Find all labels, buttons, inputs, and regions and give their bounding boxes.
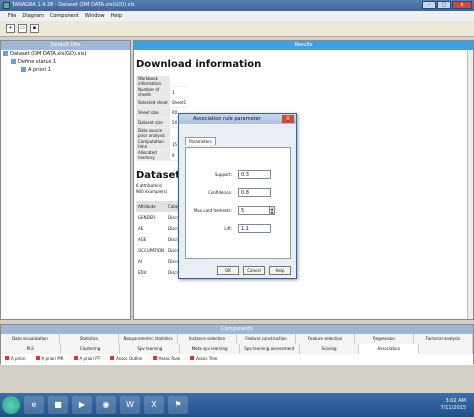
component-apriori-mr[interactable]: A priori MR xyxy=(35,356,64,363)
tab-nonparametric-statistics[interactable]: Nonparametric statistics xyxy=(119,334,178,344)
component-icon xyxy=(190,356,195,360)
tab-clustering[interactable]: Clustering xyxy=(61,344,121,354)
table-row: Selected sheet Sheet1 xyxy=(136,97,189,108)
lift-row: Lift: 1.1 xyxy=(186,224,290,234)
minimize-button[interactable]: – xyxy=(422,1,436,9)
define-status-icon xyxy=(11,59,16,64)
confidence-row: Confidence: 0.8 xyxy=(186,188,290,198)
confidence-input[interactable]: 0.8 xyxy=(238,188,271,197)
menu-file[interactable]: File xyxy=(8,13,16,19)
tab-pls[interactable]: PLS xyxy=(1,344,61,354)
components-header: Components xyxy=(1,325,473,334)
taskbar-excel-icon[interactable]: X xyxy=(144,396,164,414)
taskbar-chrome-icon[interactable]: ◉ xyxy=(96,396,116,414)
component-assoc-rule[interactable]: Assoc Rule xyxy=(152,356,180,363)
component-assoc-outlier[interactable]: Assoc Outlier xyxy=(110,356,143,363)
component-items: A priori A priori MR A priori PT Assoc O… xyxy=(1,354,473,365)
save-icon[interactable]: ▪ xyxy=(30,24,39,33)
taskbar-browser-icon[interactable]: e xyxy=(24,396,44,414)
tab-scoring[interactable]: Scoring xyxy=(300,344,360,354)
close-window-button[interactable]: x xyxy=(452,1,472,9)
tab-data-visualization[interactable]: Data visualization xyxy=(1,334,60,344)
maximize-button[interactable]: □ xyxy=(437,1,451,9)
tab-spv-learning-assessment[interactable]: Spv learning assessment xyxy=(240,344,300,354)
dataset-icon xyxy=(3,51,8,56)
start-button[interactable] xyxy=(2,396,20,414)
help-button[interactable]: Help xyxy=(269,266,291,275)
tree-item-apriori[interactable]: A priori 1 xyxy=(1,66,130,74)
toolbar: + ▭ ▪ xyxy=(0,21,474,37)
tab-feature-construction[interactable]: Feature construction xyxy=(237,334,296,344)
tree-item-dataset[interactable]: Dataset (DM DATA.xls(GO).xls) xyxy=(1,50,130,58)
component-assoc-tree[interactable]: Assoc Tree xyxy=(190,356,217,363)
download-title: Download information xyxy=(136,59,262,70)
menu-component[interactable]: Component xyxy=(50,13,79,19)
diagram-tree-pane: Default title Dataset (DM DATA.xls(GO).x… xyxy=(0,40,131,320)
open-icon[interactable]: ▭ xyxy=(18,24,27,33)
tab-parameters[interactable]: Parameters xyxy=(185,137,216,145)
tab-factorial-analysis[interactable]: Factorial analysis xyxy=(414,334,473,344)
component-apriori[interactable]: A priori xyxy=(5,356,26,363)
component-tabs-row1: Data visualization Statistics Nonparamet… xyxy=(1,334,473,344)
parameters-panel: Support: 0.3 Confidence: 0.8 Max card it… xyxy=(185,147,291,259)
dialog-close-button[interactable]: X xyxy=(282,115,294,123)
results-header: Results xyxy=(134,41,473,50)
max-card-stepper[interactable]: ▲ ▼ xyxy=(269,206,275,215)
new-icon[interactable]: + xyxy=(6,24,15,33)
tab-feature-selection[interactable]: Feature selection xyxy=(296,334,355,344)
menu-diagram[interactable]: Diagram xyxy=(22,13,43,19)
support-row: Support: 0.3 xyxy=(186,170,290,180)
tab-statistics[interactable]: Statistics xyxy=(60,334,119,344)
tab-instance-selection[interactable]: Instance selection xyxy=(178,334,237,344)
dialog-title: Association rule parameter xyxy=(179,114,296,124)
component-icon xyxy=(110,356,115,360)
association-rule-dialog: Association rule parameter X Parameters … xyxy=(178,113,297,279)
info-header: Workbook information xyxy=(136,76,170,87)
title-bar: TANAGRA 1.4.38 - Dataset (DM DATA.xls(GO… xyxy=(0,0,474,11)
tab-spv-learning[interactable]: Spv learning xyxy=(120,344,181,354)
taskbar: e ■ ▶ ◉ W X ⚑ 3:02 AM 7/11/2015 xyxy=(0,393,474,417)
component-icon xyxy=(35,356,40,360)
max-card-row: Max card itemsets: 5 ▲ ▼ xyxy=(193,206,275,215)
component-icon xyxy=(73,356,78,360)
component-icon xyxy=(5,356,9,360)
components-panel: Components Data visualization Statistics… xyxy=(0,324,474,365)
apriori-icon xyxy=(21,67,26,72)
menu-window[interactable]: Window xyxy=(85,13,105,19)
system-clock[interactable]: 3:02 AM 7/11/2015 xyxy=(440,398,466,412)
taskbar-media-icon[interactable]: ▶ xyxy=(72,396,92,414)
tree-header: Default title xyxy=(1,41,130,50)
menu-help[interactable]: Help xyxy=(111,13,122,19)
results-scrollbar[interactable] xyxy=(467,50,473,319)
component-icon xyxy=(152,356,157,360)
table-row: Number of sheets 1 xyxy=(136,86,189,98)
taskbar-word-icon[interactable]: W xyxy=(120,396,140,414)
component-tabs-row2: PLS Clustering Spv learning Meta-spv lea… xyxy=(1,344,473,354)
app-icon xyxy=(3,2,10,9)
tab-meta-spv-learning[interactable]: Meta-spv learning xyxy=(180,344,240,354)
window-title: TANAGRA 1.4.38 - Dataset (DM DATA.xls(GO… xyxy=(12,2,135,8)
menu-bar: File Diagram Component Window Help xyxy=(0,11,474,21)
max-card-input[interactable]: 5 xyxy=(238,206,271,215)
ok-button[interactable]: OK xyxy=(217,266,239,275)
taskbar-tanagra-icon[interactable]: ⚑ xyxy=(168,396,188,414)
cancel-button[interactable]: Cancel xyxy=(243,266,265,275)
lift-input[interactable]: 1.1 xyxy=(238,224,271,233)
tab-regression[interactable]: Regression xyxy=(355,334,414,344)
tree-item-define-status[interactable]: Define status 1 xyxy=(1,58,130,66)
window-controls: – □ x xyxy=(422,1,472,9)
tab-association[interactable]: Association xyxy=(359,344,420,354)
component-apriori-pt[interactable]: A priori PT xyxy=(73,356,100,363)
taskbar-explorer-icon[interactable]: ■ xyxy=(48,396,68,414)
support-input[interactable]: 0.3 xyxy=(238,170,271,179)
